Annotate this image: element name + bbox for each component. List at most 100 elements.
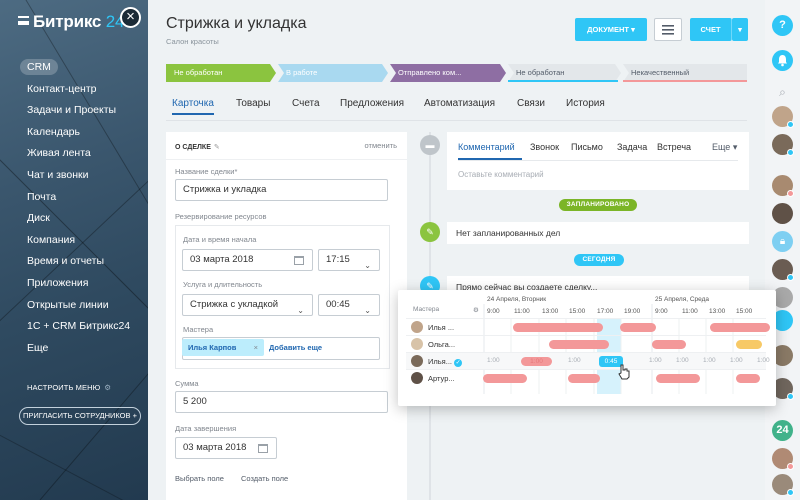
avatar[interactable] [772, 474, 794, 496]
tab-history[interactable]: История [566, 98, 605, 109]
page-title: Стрижка и укладка [166, 15, 307, 32]
list-view-button[interactable] [654, 18, 682, 41]
remove-tag-icon[interactable]: × [254, 339, 258, 356]
tab-automation[interactable]: Автоматизация [424, 98, 495, 109]
service-value: Стрижка с укладкой [190, 299, 279, 310]
busy-slot[interactable] [652, 340, 686, 349]
avatar[interactable] [772, 259, 794, 281]
lock-icon[interactable]: 🔒︎ [772, 231, 793, 252]
sidebar-item-disk[interactable]: Диск [0, 208, 148, 230]
document-button[interactable]: ДОКУМЕНТ ▾ [575, 18, 647, 41]
sidebar-item-company[interactable]: Компания [0, 230, 148, 252]
tab-comment[interactable]: Комментарий [458, 142, 515, 152]
app-logo[interactable]: Битрикс 24 [33, 12, 124, 32]
sidebar-item-feed[interactable]: Живая лента [0, 143, 148, 165]
busy-slot[interactable] [656, 374, 700, 383]
busy-slot[interactable] [483, 374, 527, 383]
invoice-dropdown-button[interactable]: ▾ [732, 18, 748, 41]
master-tag[interactable]: Илья Карпов × [182, 339, 264, 356]
master-name[interactable]: Илья ... [428, 323, 454, 332]
add-master-link[interactable]: Добавить еще [269, 343, 322, 352]
tab-task[interactable]: Задача [617, 142, 647, 152]
duration-select[interactable]: 00:45 ⌄ [318, 294, 380, 316]
tab-more[interactable]: Еще ▾ [712, 142, 737, 153]
busy-slot[interactable] [736, 374, 760, 383]
invoice-button[interactable]: СЧЕТ [690, 18, 732, 41]
sidebar-item-contact-center[interactable]: Контакт-центр [0, 79, 148, 101]
master-name[interactable]: Артур... [428, 374, 455, 383]
tab-card[interactable]: Карточка [172, 98, 214, 115]
invite-employees-button[interactable]: ПРИГЛАСИТЬ СОТРУДНИКОВ + [19, 407, 141, 425]
start-date-input[interactable]: 03 марта 2018 [182, 249, 313, 271]
start-time-value: 17:15 [326, 254, 350, 265]
sidebar-item-time[interactable]: Время и отчеты [0, 251, 148, 273]
comment-input[interactable]: Оставьте комментарий [458, 170, 544, 179]
sidebar-item-chat[interactable]: Чат и звонки [0, 165, 148, 187]
slot-duration: 1:00 [487, 357, 500, 364]
sidebar-item-crm[interactable]: CRM [0, 57, 148, 79]
end-date-input[interactable]: 03 марта 2018 [175, 437, 277, 459]
stage-3[interactable]: Отправлено ком... [390, 64, 506, 82]
sidebar-item-open-lines[interactable]: Открытые линии [0, 295, 148, 317]
list-icon [662, 25, 674, 35]
sum-input[interactable]: 5 200 [175, 391, 388, 413]
sidebar-item-mail[interactable]: Почта [0, 187, 148, 209]
master-name[interactable]: Ольга... [428, 340, 455, 349]
sidebar-item-label: 1С + CRM Битрикс24 [27, 320, 131, 333]
avatar[interactable] [772, 448, 794, 470]
bitrix24-icon[interactable]: 24 [772, 420, 793, 441]
search-icon[interactable]: ⌕ [772, 82, 793, 103]
tab-invoices[interactable]: Счета [292, 98, 320, 109]
avatar[interactable] [772, 175, 794, 197]
busy-slot[interactable] [549, 340, 609, 349]
master-name[interactable]: Илья... ✓ [428, 357, 463, 367]
sidebar-item-label: Диск [27, 212, 50, 225]
sidebar-item-tasks[interactable]: Задачи и Проекты [0, 100, 148, 122]
configure-menu-link[interactable]: НАСТРОИТЬ МЕНЮ ⚙ [27, 383, 111, 392]
tab-links[interactable]: Связи [517, 98, 545, 109]
sum-label: Сумма [175, 379, 199, 388]
deal-name-input[interactable]: Стрижка и укладка [175, 179, 388, 201]
main-content: Стрижка и укладка Салон красоты ДОКУМЕНТ… [148, 0, 765, 500]
busy-slot[interactable] [513, 323, 603, 332]
stage-4[interactable]: Не обработан [508, 64, 621, 82]
busy-slot[interactable] [620, 323, 656, 332]
menu-burger-icon[interactable] [18, 16, 29, 25]
busy-slot[interactable] [710, 323, 770, 332]
start-time-select[interactable]: 17:15 ⌄ [318, 249, 380, 271]
sidebar-item-label: CRM [20, 59, 58, 75]
sidebar-item-1c[interactable]: 1С + CRM Битрикс24 [0, 316, 148, 338]
stage-1[interactable]: Не обработан [166, 64, 276, 82]
tab-quotes[interactable]: Предложения [340, 98, 404, 109]
notifications-icon[interactable] [772, 50, 793, 71]
busy-slot[interactable]: 1:00 [521, 357, 552, 366]
sidebar-item-more[interactable]: Еще [0, 338, 148, 360]
tab-meeting[interactable]: Встреча [657, 142, 691, 152]
warning-slot[interactable] [736, 340, 762, 349]
sidebar-item-calendar[interactable]: Календарь [0, 122, 148, 144]
cancel-link[interactable]: отменить [365, 141, 397, 150]
choose-field-link[interactable]: Выбрать поле [175, 474, 224, 483]
help-icon[interactable]: ? [772, 15, 793, 36]
service-select[interactable]: Стрижка с укладкой ⌄ [182, 294, 313, 316]
tab-letter[interactable]: Письмо [571, 142, 603, 152]
avatar[interactable] [772, 134, 794, 156]
tab-call[interactable]: Звонок [530, 142, 559, 152]
create-field-link[interactable]: Создать поле [241, 474, 288, 483]
busy-slot[interactable] [568, 374, 600, 383]
sidebar-item-label: Задачи и Проекты [27, 104, 117, 117]
tab-products[interactable]: Товары [236, 98, 270, 109]
right-sidebar: ? ⌕ 🔒︎ 24 [765, 0, 800, 500]
chevron-down-icon: ▾ [732, 142, 738, 152]
pencil-icon[interactable]: ✎ [214, 144, 220, 151]
chevron-down-icon: ▾ [631, 25, 635, 34]
avatar[interactable] [772, 203, 793, 224]
duration-value: 00:45 [326, 299, 350, 310]
sidebar-item-apps[interactable]: Приложения [0, 273, 148, 295]
avatar[interactable] [772, 106, 794, 128]
stage-5[interactable]: Некачественный [623, 64, 747, 82]
stage-2[interactable]: В работе [278, 64, 388, 82]
close-icon[interactable]: × [120, 7, 141, 28]
slot-duration: 1:00 [676, 357, 689, 364]
comment-icon: ▬ [420, 135, 440, 155]
